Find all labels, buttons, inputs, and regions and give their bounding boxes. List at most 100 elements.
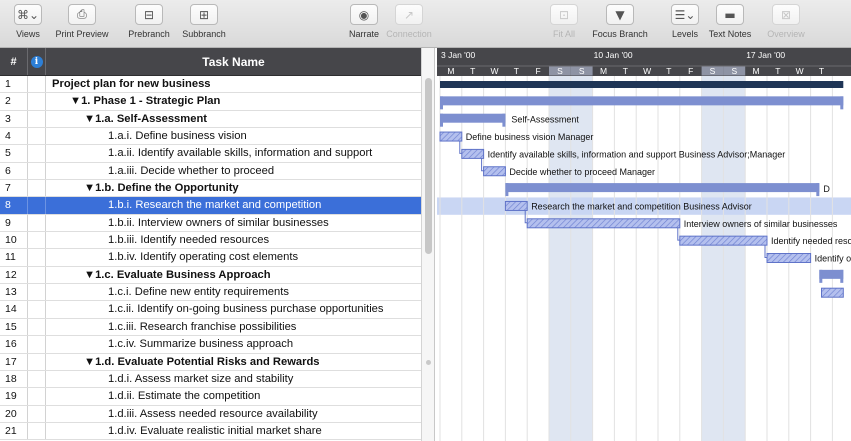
row-number: 4 bbox=[0, 128, 28, 145]
task-name-cell[interactable]: 1.d.iv. Evaluate realistic initial marke… bbox=[108, 423, 322, 440]
focus-branch-icon: ▼ bbox=[606, 4, 634, 25]
row-number: 5 bbox=[0, 145, 28, 162]
table-row[interactable]: 4 1.a.i. Define business vision bbox=[0, 128, 421, 146]
bar-label: Decide whether to proceed Manager bbox=[509, 167, 655, 177]
table-row[interactable]: 11 1.b.iv. Identify operating cost elemen… bbox=[0, 249, 421, 267]
day-letter: M bbox=[447, 66, 454, 76]
task-name-cell[interactable]: 1.b.iv. Identify operating cost elements bbox=[108, 249, 298, 266]
levels-button[interactable]: ☰⌄ Levels bbox=[671, 4, 699, 39]
print-preview-button[interactable]: ⎙ Print Preview bbox=[55, 4, 109, 39]
phase-bar[interactable] bbox=[440, 113, 506, 123]
task-name-cell[interactable]: 1.d.i. Assess market size and stability bbox=[108, 371, 293, 388]
row-number: 12 bbox=[0, 266, 28, 284]
prebranch-button[interactable]: ⊟ Prebranch bbox=[128, 4, 170, 39]
day-letter: T bbox=[514, 66, 519, 76]
task-name-cell[interactable]: 1.c.iv. Summarize business approach bbox=[108, 336, 293, 353]
toolbar-button-label: Prebranch bbox=[128, 29, 170, 39]
outline-scrollbar[interactable] bbox=[421, 48, 435, 441]
day-letter: S bbox=[731, 66, 737, 76]
overview-button[interactable]: ⊠ Overview bbox=[767, 4, 805, 39]
weekend-shade bbox=[549, 76, 571, 441]
row-number: 16 bbox=[0, 336, 28, 353]
row-info-cell bbox=[28, 301, 46, 318]
table-row[interactable]: 21 1.d.iv. Evaluate realistic initial mar… bbox=[0, 422, 421, 441]
table-row[interactable]: 19 1.d.ii. Estimate the competition bbox=[0, 388, 421, 406]
task-name-cell[interactable]: ▼1.a. Self-Assessment bbox=[84, 111, 207, 128]
table-row[interactable]: 13 1.c.i. Define new entity requirements bbox=[0, 284, 421, 302]
row-number: 21 bbox=[0, 422, 28, 440]
task-name-cell[interactable]: 1.b.ii. Interview owners of similar busi… bbox=[108, 215, 329, 232]
task-name-cell[interactable]: 1.c.i. Define new entity requirements bbox=[108, 284, 289, 301]
views-button[interactable]: ⌘⌄ Views bbox=[14, 4, 42, 39]
table-row[interactable]: 15 1.c.iii. Research franchise possibilit… bbox=[0, 318, 421, 337]
task-bar[interactable] bbox=[679, 235, 768, 246]
table-row[interactable]: 5 1.a.ii. Identify available skills, info… bbox=[0, 145, 421, 163]
table-row[interactable]: 18 1.d.i. Assess market size and stabilit… bbox=[0, 370, 421, 389]
task-name-cell[interactable]: ▼1. Phase 1 - Strategic Plan bbox=[70, 93, 220, 110]
summary-bar[interactable] bbox=[440, 81, 844, 88]
text-notes-button[interactable]: ▬ Text Notes bbox=[709, 4, 751, 39]
phase-bar[interactable] bbox=[819, 269, 844, 279]
table-row[interactable]: 6 1.a.iii. Decide whether to proceed bbox=[0, 162, 421, 181]
task-bar[interactable] bbox=[821, 287, 844, 298]
task-name-cell[interactable]: ▼1.b. Define the Opportunity bbox=[84, 180, 239, 197]
scrollbar-thumb[interactable] bbox=[425, 78, 432, 254]
task-bar[interactable] bbox=[504, 200, 528, 211]
table-row[interactable]: 9 1.b.ii. Interview owners of similar bus… bbox=[0, 214, 421, 233]
focus-branch-button[interactable]: ▼ Focus Branch bbox=[592, 4, 648, 39]
task-name-cell[interactable]: 1.c.ii. Identify on-going business purch… bbox=[108, 301, 384, 318]
split-grip-handle[interactable] bbox=[426, 360, 431, 365]
subbranch-button[interactable]: ⊞ Subbranch bbox=[182, 4, 226, 39]
task-name-cell[interactable]: 1.a.ii. Identify available skills, infor… bbox=[108, 145, 372, 162]
table-row[interactable]: 2 ▼1. Phase 1 - Strategic Plan bbox=[0, 93, 421, 111]
bar-label: Interview owners of similar businesses bbox=[684, 219, 838, 229]
table-row[interactable]: 1 Project plan for new business bbox=[0, 76, 421, 94]
toolbar: ⌘⌄ Views ⎙ Print Preview ⊟ Prebranch ⊞ Subbranc… bbox=[0, 0, 851, 48]
table-row[interactable]: 3 ▼1.a. Self-Assessment bbox=[0, 110, 421, 129]
task-bar[interactable] bbox=[439, 131, 463, 142]
table-row[interactable]: 10 1.b.iii. Identify needed resources bbox=[0, 232, 421, 250]
task-name-cell[interactable]: ▼1.d. Evaluate Potential Risks and Rewar… bbox=[84, 354, 320, 371]
toolbar-button-label: Overview bbox=[767, 29, 805, 39]
info-column-header[interactable]: i bbox=[28, 48, 46, 75]
table-row[interactable]: 17 ▼1.d. Evaluate Potential Risks and Rew… bbox=[0, 353, 421, 371]
table-row[interactable]: 7 ▼1.b. Define the Opportunity bbox=[0, 180, 421, 198]
connection-icon: ↗ bbox=[394, 4, 423, 25]
task-name-cell[interactable]: 1.b.iii. Identify needed resources bbox=[108, 232, 269, 249]
table-row[interactable]: 20 1.d.iii. Assess needed resource availa… bbox=[0, 405, 421, 423]
row-info-cell bbox=[28, 370, 46, 388]
task-bar[interactable] bbox=[766, 253, 812, 263]
toolbar-button-label: Fit All bbox=[552, 29, 575, 39]
row-number-column-header[interactable]: # bbox=[0, 48, 28, 75]
row-info-cell bbox=[28, 284, 46, 301]
table-row[interactable]: 16 1.c.iv. Summarize business approach bbox=[0, 336, 421, 354]
day-letter: W bbox=[490, 66, 498, 76]
task-name-cell[interactable]: 1.d.ii. Estimate the competition bbox=[108, 388, 260, 405]
connection-button[interactable]: ↗ Connection bbox=[386, 4, 432, 39]
gantt-chart[interactable]: 3 Jan '00 10 Jan '00 17 Jan '00 M T W T F S S M T W T… bbox=[437, 48, 851, 441]
task-name-cell[interactable]: 1.a.i. Define business vision bbox=[108, 128, 247, 145]
task-bar[interactable] bbox=[526, 218, 681, 229]
phase-bar[interactable] bbox=[505, 183, 820, 193]
day-letter: T bbox=[819, 66, 824, 76]
task-name-cell[interactable]: 1.b.i. Research the market and competiti… bbox=[108, 197, 321, 214]
task-bar[interactable] bbox=[483, 166, 506, 177]
row-info-cell bbox=[28, 388, 46, 405]
row-number: 10 bbox=[0, 232, 28, 249]
fit-all-button[interactable]: ⊡ Fit All bbox=[550, 4, 578, 39]
task-bar[interactable] bbox=[461, 148, 485, 159]
table-row[interactable]: 12 ▼1.c. Evaluate Business Approach bbox=[0, 266, 421, 285]
phase-bar[interactable] bbox=[440, 96, 844, 106]
task-name-column-header[interactable]: Task Name bbox=[46, 48, 421, 75]
narrate-button[interactable]: ◉ Narrate bbox=[349, 4, 379, 39]
task-name-cell[interactable]: Project plan for new business bbox=[52, 76, 211, 93]
phase-bar-start-cap bbox=[440, 96, 443, 110]
task-name-cell[interactable]: 1.c.iii. Research franchise possibilitie… bbox=[108, 319, 296, 336]
row-number: 13 bbox=[0, 284, 28, 301]
task-name-cell[interactable]: 1.d.iii. Assess needed resource availabi… bbox=[108, 406, 318, 423]
table-row[interactable]: 14 1.c.ii. Identify on-going business pur… bbox=[0, 301, 421, 319]
table-row[interactable]: 8 1.b.i. Research the market and competit… bbox=[0, 197, 421, 215]
task-name-cell[interactable]: 1.a.iii. Decide whether to proceed bbox=[108, 163, 274, 180]
row-number: 2 bbox=[0, 93, 28, 110]
task-name-cell[interactable]: ▼1.c. Evaluate Business Approach bbox=[84, 267, 271, 284]
